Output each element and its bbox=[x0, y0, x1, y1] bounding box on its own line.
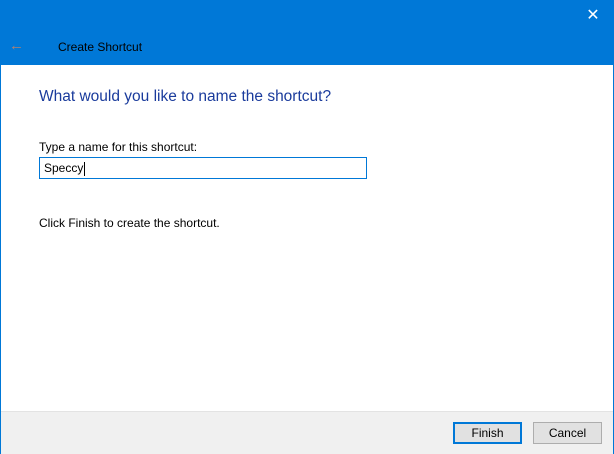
back-arrow-icon: ← bbox=[9, 37, 24, 54]
footer: Finish Cancel bbox=[1, 411, 613, 454]
back-button[interactable]: ← bbox=[9, 37, 24, 54]
shortcut-name-value: Speccy bbox=[44, 161, 84, 175]
close-button[interactable]: ✕ bbox=[579, 5, 607, 27]
cancel-button[interactable]: Cancel bbox=[533, 422, 602, 444]
close-icon: ✕ bbox=[586, 7, 600, 24]
name-label: Type a name for this shortcut: bbox=[39, 140, 198, 154]
title-bar: ✕ ← Create Shortcut bbox=[1, 1, 613, 65]
page-heading: What would you like to name the shortcut… bbox=[39, 88, 332, 105]
shortcut-name-input[interactable]: Speccy bbox=[39, 157, 367, 179]
finish-hint: Click Finish to create the shortcut. bbox=[39, 216, 220, 230]
finish-button[interactable]: Finish bbox=[453, 422, 522, 444]
text-caret bbox=[84, 161, 86, 176]
window-title: Create Shortcut bbox=[58, 40, 143, 54]
create-shortcut-dialog: ✕ ← Create Shortcut What would you like … bbox=[0, 0, 614, 454]
